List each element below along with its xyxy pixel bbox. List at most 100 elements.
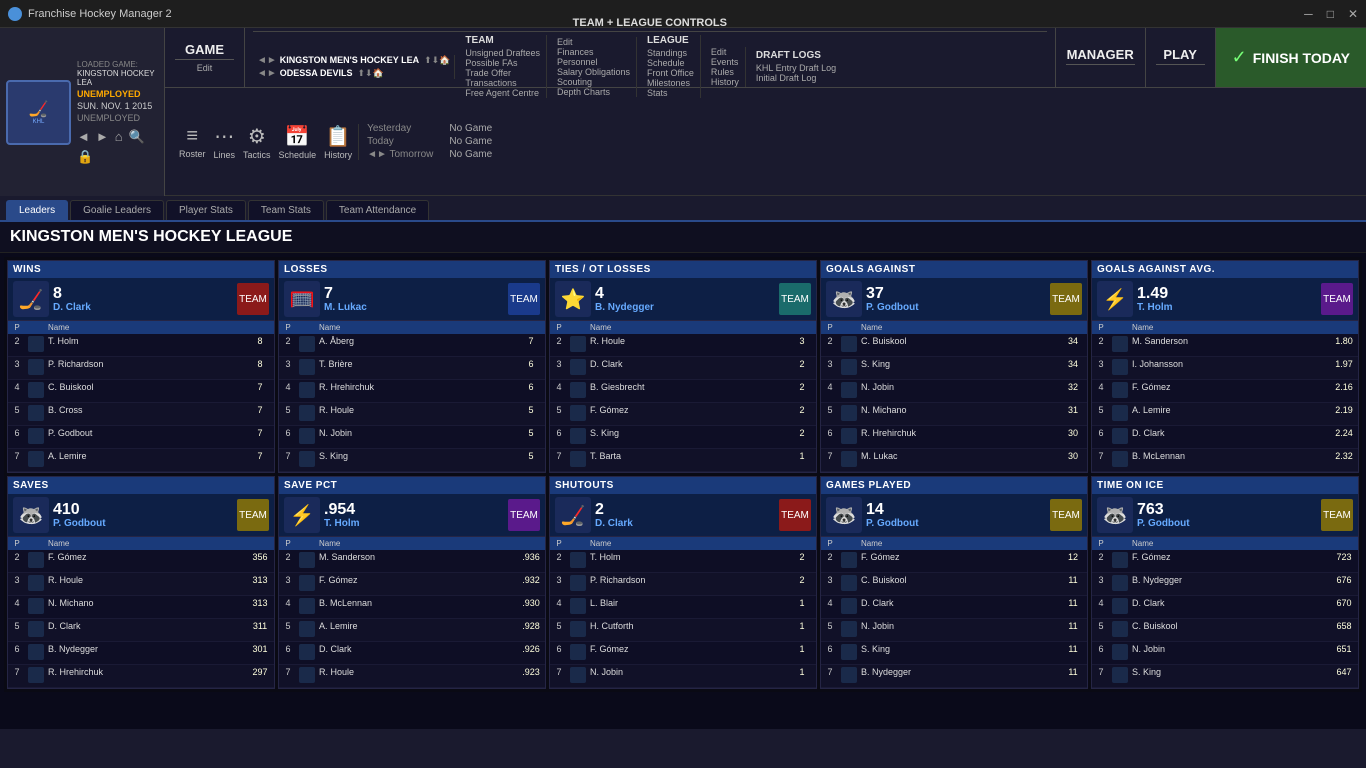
leader-avatar: 🦝	[1097, 497, 1133, 533]
window-controls[interactable]: ─ □ ✕	[1304, 7, 1358, 21]
stat-row: 7 M. Lukac 30	[821, 449, 1087, 472]
tab-team-attendance[interactable]: Team Attendance	[326, 200, 429, 220]
stat-card-title: SAVES	[8, 477, 274, 494]
nav-right-btn[interactable]: ►	[96, 129, 109, 145]
team-personnel[interactable]: Personnel	[557, 57, 630, 67]
stat-row: 6 N. Jobin 5	[279, 426, 545, 449]
roster-toolbar: ≡ Roster ⋯ Lines ⚙ Tactics 📅 Schedule	[173, 124, 359, 160]
stat-row: 2 M. Sanderson .936	[279, 550, 545, 573]
nav-left-btn[interactable]: ◄	[77, 129, 90, 145]
search-btn[interactable]: 🔍	[129, 129, 145, 145]
stat-row: 6 B. Nydegger 301	[8, 642, 274, 665]
league-rules[interactable]: Rules	[711, 67, 739, 77]
stat-table-body: 2 A. Åberg 7 3 T. Brière 6 4 R. Hrehirch…	[279, 334, 545, 472]
stat-row: 2 A. Åberg 7	[279, 334, 545, 357]
league-milestones[interactable]: Milestones	[647, 78, 694, 88]
leader-avatar: 🦝	[826, 497, 862, 533]
finish-check-icon: ✓	[1232, 47, 1247, 68]
initial-draft-log[interactable]: Initial Draft Log	[756, 73, 836, 83]
stat-leader: 🏒 8 D. Clark TEAM	[8, 278, 274, 321]
stat-leader: 🦝 37 P. Godbout TEAM	[821, 278, 1087, 321]
leader-name: M. Lukac	[324, 302, 504, 313]
stat-card-title: TIES / OT LOSSES	[550, 261, 816, 278]
game-link-1[interactable]: Edit	[197, 63, 213, 73]
stat-row: 4 C. Buiskool 7	[8, 380, 274, 403]
stat-table-body: 2 M. Sanderson .936 3 F. Gómez .932 4 B.…	[279, 550, 545, 688]
stat-card-title: WINS	[8, 261, 274, 278]
team-edit[interactable]: Edit	[557, 37, 630, 47]
stat-table-header: P Name	[550, 321, 816, 334]
schedule-btn[interactable]: 📅 Schedule	[279, 124, 317, 160]
league-front-office[interactable]: Front Office	[647, 68, 694, 78]
team-salary[interactable]: Salary Obligations	[557, 67, 630, 77]
leader-number: 763	[1137, 502, 1317, 518]
close-btn[interactable]: ✕	[1348, 7, 1358, 21]
tactics-btn[interactable]: ⚙ Tactics	[243, 124, 271, 160]
stat-table: P Name 2 M. Sanderson 1.80 3 I. Johansso…	[1092, 321, 1358, 472]
league-edit[interactable]: Edit	[711, 47, 739, 57]
today-label: Today	[367, 136, 394, 147]
stat-row: 3 P. Richardson 8	[8, 357, 274, 380]
tab-team-stats[interactable]: Team Stats	[248, 200, 324, 220]
leader-number: 7	[324, 286, 504, 302]
stat-table: P Name 2 C. Buiskool 34 3 S. King 34 4 N…	[821, 321, 1087, 472]
leader-avatar: 🏒	[555, 497, 591, 533]
league-schedule[interactable]: Schedule	[647, 58, 694, 68]
sub-tabs: Leaders Goalie Leaders Player Stats Team…	[0, 196, 1366, 222]
stat-card-title: GAMES PLAYED	[821, 477, 1087, 494]
leader-name: P. Godbout	[1137, 518, 1317, 529]
roster-btn[interactable]: ≡ Roster	[179, 125, 206, 159]
team-transactions[interactable]: Transactions	[465, 78, 540, 88]
tab-leaders[interactable]: Leaders	[6, 200, 68, 220]
stat-leader: ⭐ 4 B. Nydegger TEAM	[550, 278, 816, 321]
team-finances[interactable]: Finances	[557, 47, 630, 57]
tab-player-stats[interactable]: Player Stats	[166, 200, 246, 220]
team-trade[interactable]: Trade Offer	[465, 68, 540, 78]
team-possible-fas[interactable]: Possible FAs	[465, 58, 540, 68]
stat-row: 5 R. Houle 5	[279, 403, 545, 426]
finish-today-btn[interactable]: ✓ FINISH TODAY	[1216, 28, 1366, 87]
history-btn[interactable]: 📋 History	[324, 124, 352, 160]
stat-row: 2 C. Buiskool 34	[821, 334, 1087, 357]
stat-row: 6 N. Jobin 651	[1092, 642, 1358, 665]
stat-table-body: 2 C. Buiskool 34 3 S. King 34 4 N. Jobin…	[821, 334, 1087, 472]
leader-team-logo: TEAM	[237, 499, 269, 531]
draft-logs-menu: DRAFT LOGS KHL Entry Draft Log Initial D…	[750, 50, 842, 83]
finish-label: FINISH TODAY	[1253, 50, 1350, 66]
league-standings[interactable]: Standings	[647, 48, 694, 58]
stat-row: 7 R. Houle .923	[279, 665, 545, 688]
stat-row: 4 N. Jobin 32	[821, 380, 1087, 403]
leader-team-logo: TEAM	[508, 283, 540, 315]
league-history[interactable]: History	[711, 77, 739, 87]
tab-goalie-leaders[interactable]: Goalie Leaders	[70, 200, 164, 220]
stat-table: P Name 2 T. Holm 2 3 P. Richardson 2 4 L…	[550, 537, 816, 688]
stats-content: WINS 🏒 8 D. Clark TEAM P Name 2	[0, 253, 1366, 729]
stat-card-shutouts: SHUTOUTS 🏒 2 D. Clark TEAM P Name 2	[549, 476, 817, 689]
league-events[interactable]: Events	[711, 57, 739, 67]
team-scouting[interactable]: Scouting	[557, 77, 630, 87]
leader-avatar: 🏒	[13, 281, 49, 317]
khl-draft-log[interactable]: KHL Entry Draft Log	[756, 63, 836, 73]
stat-table-body: 2 F. Gómez 723 3 B. Nydegger 676 4 D. Cl…	[1092, 550, 1358, 688]
leader-number: 2	[595, 502, 775, 518]
minimize-btn[interactable]: ─	[1304, 7, 1313, 21]
stat-row: 4 F. Gómez 2.16	[1092, 380, 1358, 403]
lock-btn[interactable]: 🔒	[77, 149, 93, 164]
lines-btn[interactable]: ⋯ Lines	[214, 124, 236, 160]
stat-table-header: P Name	[279, 321, 545, 334]
team-menu-title: TEAM	[465, 35, 540, 46]
stat-row: 3 C. Buiskool 11	[821, 573, 1087, 596]
header-right: GAME Edit TEAM + LEAGUE CONTROLS ◄► KING…	[165, 28, 1366, 196]
home-btn[interactable]: ⌂	[115, 129, 123, 145]
team-unsigned[interactable]: Unsigned Draftees	[465, 48, 540, 58]
stat-card-saves: SAVES 🦝 410 P. Godbout TEAM P Name	[7, 476, 275, 689]
stat-row: 7 S. King 647	[1092, 665, 1358, 688]
tomorrow-label: ◄► Tomorrow	[367, 149, 433, 160]
maximize-btn[interactable]: □	[1327, 7, 1334, 21]
leader-number: 1.49	[1137, 286, 1317, 302]
team1-name: KINGSTON MEN'S HOCKEY LEA	[280, 55, 419, 65]
leader-avatar: 🦝	[13, 497, 49, 533]
stat-row: 3 P. Richardson 2	[550, 573, 816, 596]
game-menu-title: GAME	[175, 42, 234, 60]
stat-table-body: 2 R. Houle 3 3 D. Clark 2 4 B. Giesbrech…	[550, 334, 816, 472]
